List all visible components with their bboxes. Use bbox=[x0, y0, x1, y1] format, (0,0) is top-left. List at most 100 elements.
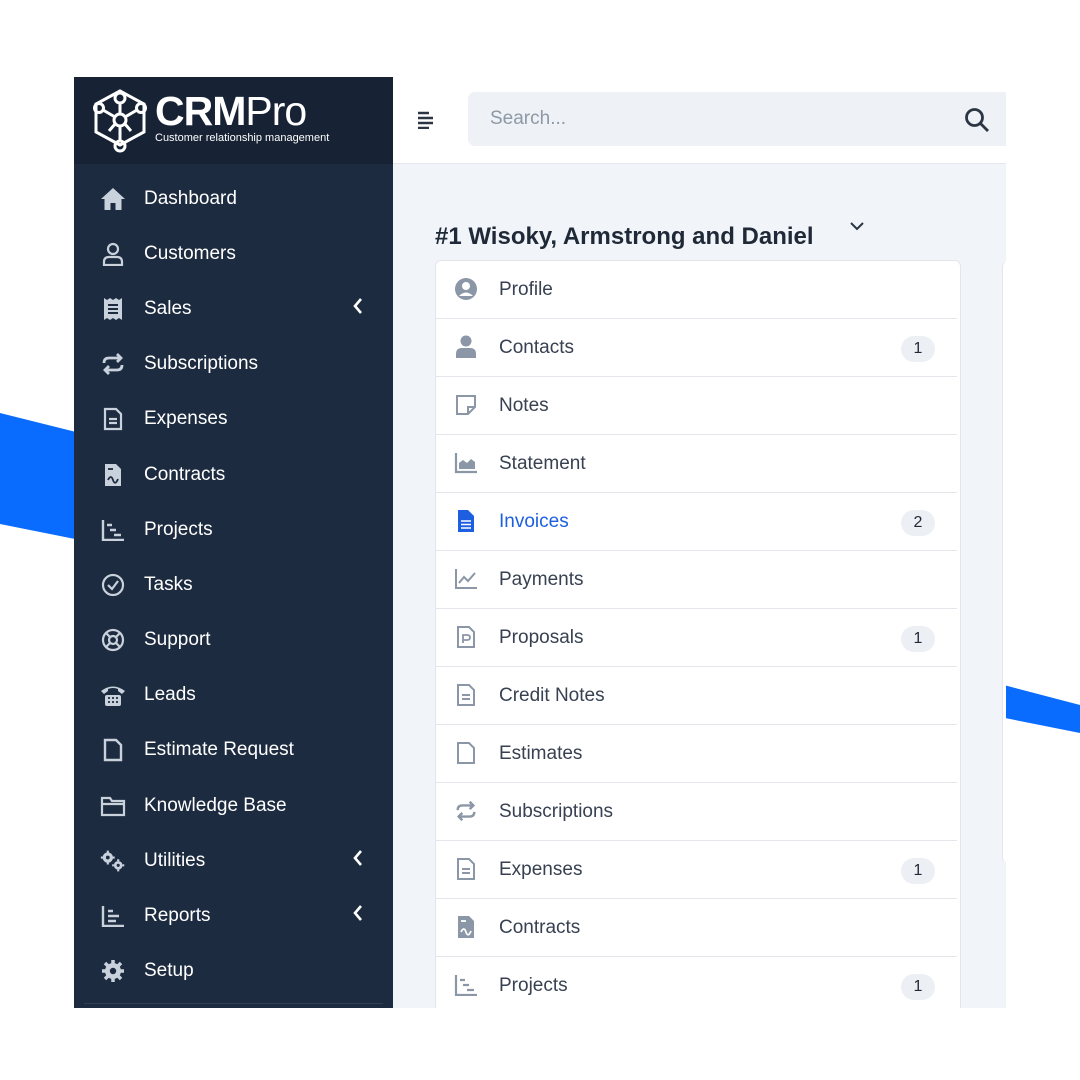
chevron-left-icon bbox=[352, 904, 364, 928]
folder-icon bbox=[100, 793, 126, 819]
sidebar-item-label: Leads bbox=[144, 684, 196, 706]
customer-title[interactable]: #1 Wisoky, Armstrong and Daniel bbox=[435, 223, 814, 251]
crm-logo-icon bbox=[93, 89, 147, 153]
home-icon bbox=[100, 186, 126, 212]
tab-expenses[interactable]: Expenses 1 bbox=[436, 841, 957, 899]
brand-tagline: Customer relationship management bbox=[155, 132, 330, 144]
menu-toggle-icon[interactable] bbox=[417, 111, 437, 130]
sidebar-item-expenses[interactable]: Expenses bbox=[74, 392, 393, 447]
tab-proposals[interactable]: Proposals 1 bbox=[436, 609, 957, 667]
sidebar-item-label: Sales bbox=[144, 297, 192, 319]
gears-icon bbox=[100, 848, 126, 874]
sidebar-item-sales[interactable]: Sales bbox=[74, 281, 393, 336]
tab-subscriptions[interactable]: Subscriptions bbox=[436, 783, 957, 841]
receipt-icon bbox=[100, 296, 126, 322]
sticky-note-icon bbox=[454, 393, 478, 417]
count-badge: 1 bbox=[901, 858, 935, 884]
chevron-left-icon bbox=[352, 297, 364, 321]
file-lines-icon bbox=[454, 857, 478, 881]
sidebar-item-contracts[interactable]: Contracts bbox=[74, 447, 393, 502]
customer-tabs: Profile Contacts 1 Notes Statement Invoi… bbox=[435, 260, 961, 1008]
tab-contracts[interactable]: Contracts bbox=[436, 899, 957, 957]
gear-icon bbox=[100, 958, 126, 984]
sidebar-item-label: Utilities bbox=[144, 849, 206, 871]
tab-estimates[interactable]: Estimates bbox=[436, 725, 957, 783]
tab-notes[interactable]: Notes bbox=[436, 377, 957, 435]
search-input[interactable] bbox=[468, 92, 960, 146]
sidebar-divider bbox=[84, 1003, 383, 1004]
sidebar-item-label: Knowledge Base bbox=[144, 794, 287, 816]
tab-contacts[interactable]: Contacts 1 bbox=[436, 319, 957, 377]
chevron-left-icon bbox=[352, 849, 364, 873]
contract-icon bbox=[100, 462, 126, 488]
user-circle-icon bbox=[454, 277, 478, 301]
tab-label: Invoices bbox=[499, 510, 569, 532]
chevron-down-icon[interactable] bbox=[849, 218, 865, 236]
bar-chart-icon bbox=[100, 903, 126, 929]
sidebar-item-tasks[interactable]: Tasks bbox=[74, 557, 393, 612]
sidebar-item-subscriptions[interactable]: Subscriptions bbox=[74, 337, 393, 392]
sidebar-item-reports[interactable]: Reports bbox=[74, 888, 393, 943]
tab-label: Subscriptions bbox=[499, 800, 614, 822]
sidebar-item-label: Setup bbox=[144, 960, 194, 982]
tab-label: Proposals bbox=[499, 626, 584, 648]
sidebar-item-customers[interactable]: Customers bbox=[74, 226, 393, 281]
sidebar-item-label: Customers bbox=[144, 242, 236, 264]
repeat-icon bbox=[454, 799, 478, 823]
sidebar-item-dashboard[interactable]: Dashboard bbox=[74, 171, 393, 226]
sidebar-item-support[interactable]: Support bbox=[74, 613, 393, 668]
sidebar-item-label: Projects bbox=[144, 518, 213, 540]
tab-label: Payments bbox=[499, 568, 584, 590]
tab-profile[interactable]: Profile bbox=[436, 261, 957, 319]
app-window: CRMPro Customer relationship management … bbox=[74, 77, 1006, 1008]
check-circle-icon bbox=[100, 572, 126, 598]
content-panel-edge bbox=[1002, 261, 1006, 863]
sidebar-item-utilities[interactable]: Utilities bbox=[74, 833, 393, 888]
phone-icon bbox=[100, 682, 126, 708]
file-text-icon bbox=[100, 406, 126, 432]
sidebar-item-leads[interactable]: Leads bbox=[74, 668, 393, 723]
tab-credit-notes[interactable]: Credit Notes bbox=[436, 667, 957, 725]
user-icon bbox=[100, 241, 126, 267]
sidebar-item-label: Reports bbox=[144, 905, 211, 927]
brand-logo[interactable]: CRMPro Customer relationship management bbox=[74, 77, 393, 164]
tab-label: Contracts bbox=[499, 916, 581, 938]
tab-label: Contacts bbox=[499, 336, 574, 358]
sidebar-item-label: Contracts bbox=[144, 463, 226, 485]
tab-projects[interactable]: Projects 1 bbox=[436, 957, 957, 1008]
sidebar-item-label: Subscriptions bbox=[144, 353, 259, 375]
tab-statement[interactable]: Statement bbox=[436, 435, 957, 493]
sidebar-item-label: Estimate Request bbox=[144, 739, 294, 761]
tab-label: Credit Notes bbox=[499, 684, 605, 706]
area-chart-icon bbox=[454, 451, 478, 475]
sidebar: CRMPro Customer relationship management … bbox=[74, 77, 393, 1008]
count-badge: 2 bbox=[901, 510, 935, 536]
count-badge: 1 bbox=[901, 336, 935, 362]
file-icon bbox=[100, 737, 126, 763]
tab-label: Profile bbox=[499, 278, 553, 300]
sidebar-nav: Dashboard Customers Sales Subscriptions … bbox=[74, 171, 393, 999]
file-lines-icon bbox=[454, 683, 478, 707]
user-icon bbox=[454, 335, 478, 359]
contract-icon bbox=[454, 915, 478, 939]
sidebar-item-label: Support bbox=[144, 629, 211, 651]
sidebar-item-knowledge-base[interactable]: Knowledge Base bbox=[74, 778, 393, 833]
gantt-chart-icon bbox=[454, 973, 478, 997]
sidebar-item-label: Expenses bbox=[144, 408, 228, 430]
tab-invoices[interactable]: Invoices 2 bbox=[436, 493, 957, 551]
sidebar-item-projects[interactable]: Projects bbox=[74, 502, 393, 557]
tab-label: Notes bbox=[499, 394, 549, 416]
repeat-icon bbox=[100, 351, 126, 377]
sidebar-item-label: Dashboard bbox=[144, 187, 237, 209]
gantt-chart-icon bbox=[100, 517, 126, 543]
life-ring-icon bbox=[100, 627, 126, 653]
sidebar-item-estimate-request[interactable]: Estimate Request bbox=[74, 723, 393, 778]
search-box bbox=[468, 92, 1006, 146]
sidebar-item-setup[interactable]: Setup bbox=[74, 944, 393, 999]
brand-name: CRMPro bbox=[155, 88, 307, 134]
file-icon bbox=[454, 741, 478, 765]
tab-label: Projects bbox=[499, 974, 568, 996]
tab-payments[interactable]: Payments bbox=[436, 551, 957, 609]
search-icon[interactable] bbox=[964, 107, 990, 133]
tab-label: Expenses bbox=[499, 858, 583, 880]
